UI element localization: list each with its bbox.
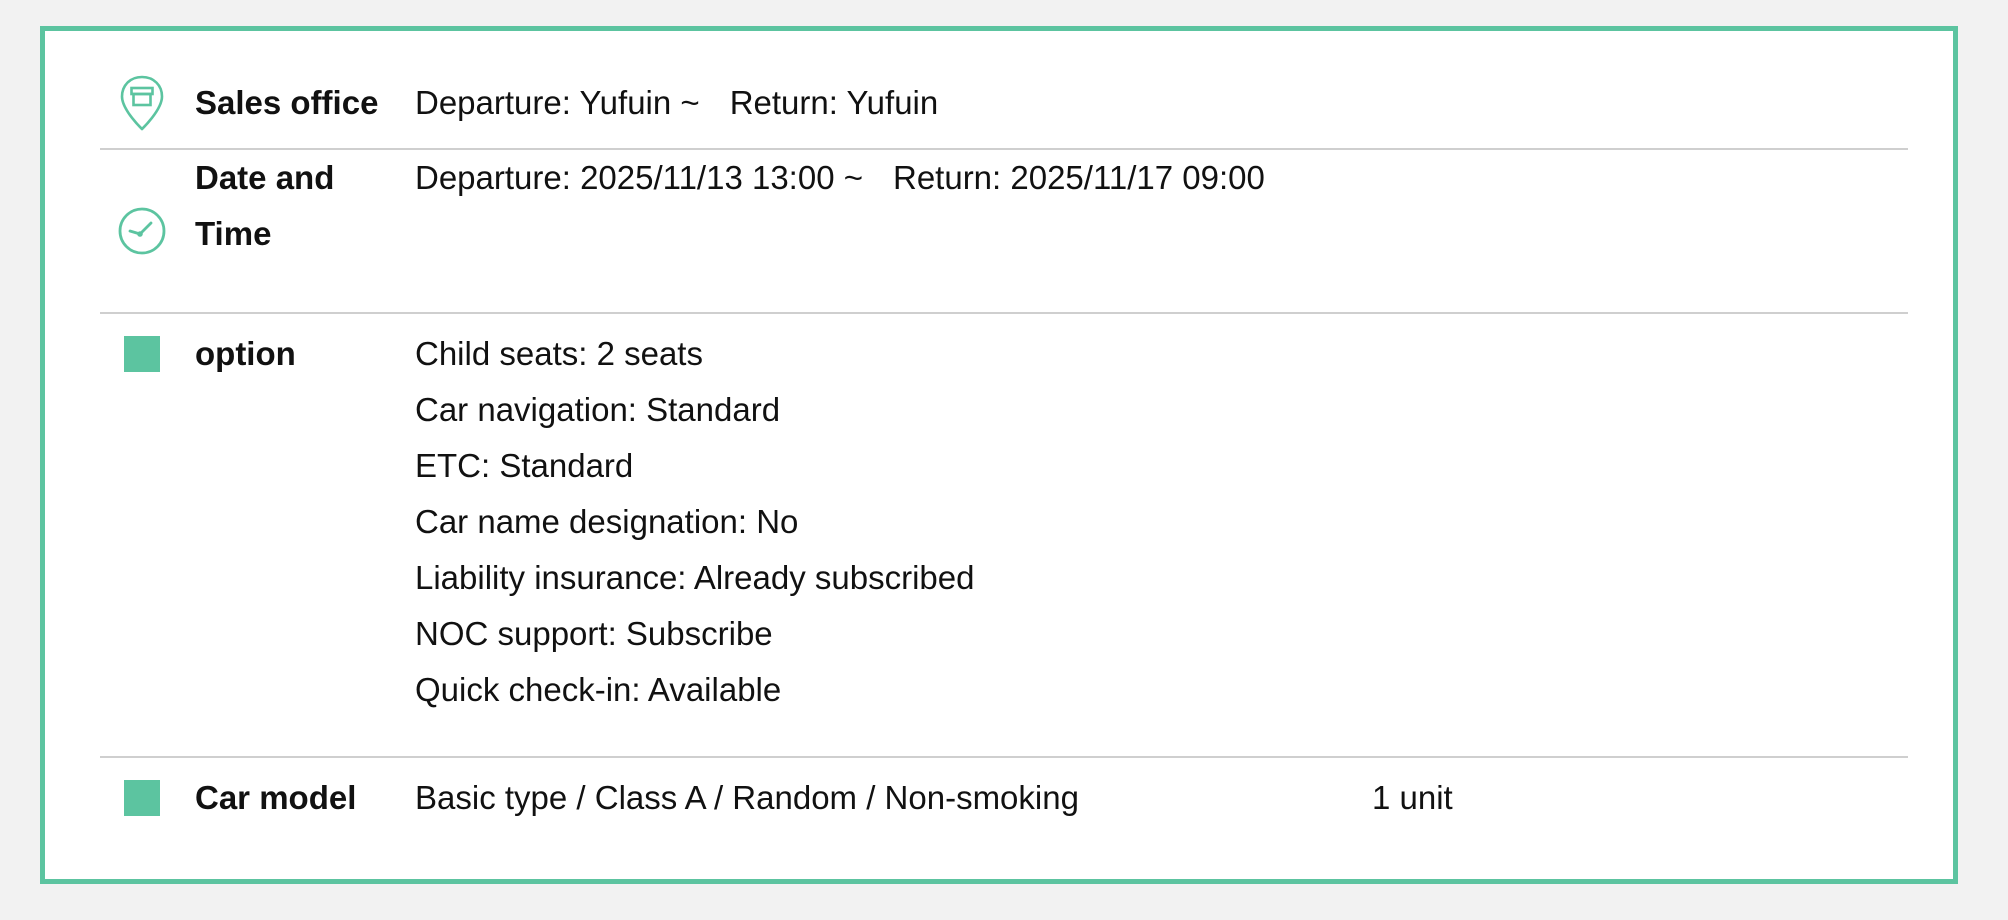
reservation-summary-panel: Sales office Departure: Yufuin ~ Return: … <box>40 26 1958 884</box>
date-time-departure: Departure: 2025/11/13 13:00 ~ <box>415 159 863 196</box>
sales-office-value: Departure: Yufuin ~ Return: Yufuin <box>415 75 938 131</box>
sales-office-row: Sales office Departure: Yufuin ~ Return: … <box>100 61 1908 145</box>
option-list: Child seats: 2 seats Car navigation: Sta… <box>415 326 974 718</box>
date-time-value: Departure: 2025/11/13 13:00 ~ Return: 202… <box>415 150 1265 206</box>
option-item: Car name designation: No <box>415 503 799 540</box>
sales-office-return: Return: Yufuin <box>729 84 939 121</box>
option-item: Child seats: 2 seats <box>415 335 703 372</box>
date-time-row: Date and Time Departure: 2025/11/13 13:0… <box>100 150 1908 310</box>
date-time-label: Date and Time <box>195 150 405 262</box>
sales-office-label: Sales office <box>195 84 379 121</box>
car-model-row: Car model Basic type / Class A / Random … <box>100 758 1908 858</box>
date-time-label-line1: Date and <box>195 159 335 196</box>
option-item: ETC: Standard <box>415 447 634 484</box>
option-item: Quick check-in: Available <box>415 671 782 708</box>
date-time-return: Return: 2025/11/17 09:00 <box>892 159 1265 196</box>
square-bullet-icon <box>115 770 169 826</box>
option-item: NOC support: Subscribe <box>415 615 773 652</box>
option-label: option <box>195 335 296 372</box>
car-model-quantity: 1 unit <box>1372 779 1453 816</box>
car-model-value: Basic type / Class A / Random / Non-smok… <box>415 779 1079 816</box>
option-item: Liability insurance: Already subscribed <box>415 559 975 596</box>
clock-icon <box>115 186 169 276</box>
option-item: Car navigation: Standard <box>415 391 781 428</box>
car-model-label: Car model <box>195 779 357 816</box>
sales-office-departure: Departure: Yufuin ~ <box>415 84 700 121</box>
date-time-label-line2: Time <box>195 215 272 252</box>
map-pin-store-icon <box>115 61 169 145</box>
option-row: option Child seats: 2 seats Car navigati… <box>100 314 1908 784</box>
square-bullet-icon <box>115 326 169 382</box>
